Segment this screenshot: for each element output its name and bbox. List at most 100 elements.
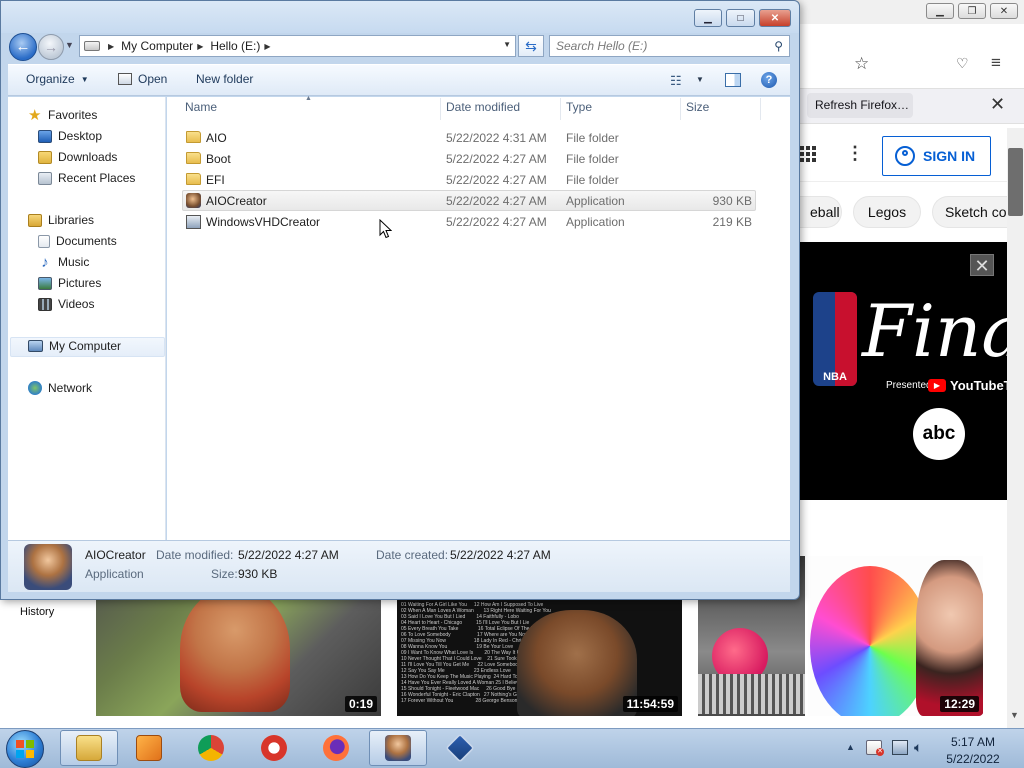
nav-favorites[interactable]: ★ Favorites bbox=[28, 106, 97, 124]
address-history-dropdown-icon[interactable]: ▼ bbox=[503, 40, 511, 49]
history-link[interactable]: History bbox=[20, 606, 54, 618]
warning-badge-icon: ✕ bbox=[876, 748, 884, 756]
change-view-icon[interactable]: ☷ bbox=[670, 73, 682, 89]
search-input[interactable] bbox=[556, 37, 768, 55]
chip-legos[interactable]: Legos bbox=[853, 196, 921, 228]
organize-button[interactable]: Organize ▼ bbox=[26, 72, 89, 86]
video-duration: 12:29 bbox=[940, 696, 979, 712]
nav-recent-places[interactable]: Recent Places bbox=[38, 169, 135, 187]
bookmark-star-icon[interactable]: ☆ bbox=[854, 54, 869, 74]
close-icon[interactable]: ✕ bbox=[990, 94, 1005, 115]
column-header-name[interactable]: Name bbox=[185, 100, 217, 114]
downloads-folder-icon bbox=[38, 150, 52, 164]
aiocreator-large-icon bbox=[24, 544, 72, 590]
sign-in-label: SIGN IN bbox=[923, 148, 976, 164]
pocket-icon[interactable]: ♡ bbox=[956, 55, 969, 72]
folder-icon bbox=[186, 152, 201, 164]
system-clock[interactable]: 5:17 AM 5/22/2022 bbox=[940, 734, 1006, 768]
nav-documents[interactable]: Documents bbox=[38, 232, 117, 250]
more-options-icon[interactable]: ⋮ bbox=[846, 143, 864, 163]
firefox-close-button[interactable]: ✕ bbox=[990, 3, 1018, 19]
nav-network[interactable]: Network bbox=[28, 379, 92, 397]
nav-downloads[interactable]: Downloads bbox=[38, 148, 117, 166]
abc-logo: abc bbox=[913, 408, 965, 460]
aiocreator-app-icon bbox=[385, 735, 411, 761]
star-icon: ★ bbox=[28, 106, 42, 124]
volume-speaker-icon[interactable]: 🔈︎ bbox=[914, 740, 930, 755]
page-scrollbar[interactable] bbox=[1007, 128, 1024, 728]
thumbnail-image bbox=[180, 586, 290, 712]
column-divider[interactable] bbox=[760, 98, 761, 120]
aiocreator-app-icon bbox=[186, 193, 201, 208]
column-divider[interactable] bbox=[440, 98, 441, 120]
refresh-firefox-button[interactable]: Refresh Firefox… bbox=[807, 93, 913, 118]
file-type: File folder bbox=[566, 173, 619, 187]
forward-button[interactable]: → bbox=[38, 34, 64, 60]
chrome-icon bbox=[198, 735, 224, 761]
pictures-icon bbox=[38, 276, 52, 290]
new-folder-button[interactable]: New folder bbox=[196, 72, 253, 86]
videos-icon bbox=[38, 297, 52, 311]
explorer-minimize-button[interactable]: ▁ bbox=[694, 9, 722, 27]
refresh-icon[interactable]: ⇆ bbox=[518, 35, 544, 57]
explorer-titlebar[interactable] bbox=[1, 1, 799, 33]
nba-logo: NBA bbox=[813, 292, 857, 386]
column-header-size[interactable]: Size bbox=[686, 100, 709, 114]
view-options-dropdown-icon[interactable]: ▼ bbox=[696, 75, 704, 84]
firefox-icon bbox=[323, 735, 349, 761]
back-button[interactable]: ← bbox=[9, 33, 37, 61]
apps-grid-icon[interactable] bbox=[800, 146, 816, 162]
sign-in-button[interactable]: SIGN IN bbox=[882, 136, 991, 176]
firefox-restore-button[interactable]: ❐ bbox=[958, 3, 986, 19]
sort-ascending-icon: ▲ bbox=[305, 95, 312, 102]
breadcrumb-separator-icon[interactable]: ▶ bbox=[197, 42, 203, 51]
breadcrumb-hello-drive[interactable]: Hello (E:) bbox=[210, 39, 260, 53]
taskbar-explorer[interactable] bbox=[60, 730, 118, 766]
explorer-close-button[interactable]: ✕ bbox=[759, 9, 791, 27]
breadcrumb-separator-icon[interactable]: ▶ bbox=[108, 42, 114, 51]
ad-close-icon[interactable]: ✕ bbox=[970, 254, 994, 276]
explorer-maximize-button[interactable]: □ bbox=[726, 9, 755, 27]
nav-my-computer[interactable]: My Computer bbox=[28, 337, 121, 355]
open-button[interactable]: Open bbox=[118, 72, 167, 86]
search-box[interactable]: ⚲ bbox=[549, 35, 790, 57]
scrollbar-thumb[interactable] bbox=[1008, 148, 1023, 216]
nav-videos[interactable]: Videos bbox=[38, 295, 94, 313]
help-icon[interactable]: ? bbox=[761, 72, 777, 88]
preview-pane-icon[interactable] bbox=[725, 73, 741, 87]
scroll-down-arrow-icon[interactable]: ▼ bbox=[1010, 710, 1019, 720]
file-type: Application bbox=[566, 215, 625, 229]
taskbar-app-red[interactable] bbox=[245, 730, 303, 766]
file-type: Application bbox=[566, 194, 625, 208]
taskbar-firefox[interactable] bbox=[307, 730, 365, 766]
taskbar-chrome[interactable] bbox=[182, 730, 240, 766]
address-bar[interactable]: ▶ My Computer ▶ Hello (E:) ▶ ▼ bbox=[79, 35, 516, 57]
file-name: AIOCreator bbox=[206, 194, 267, 208]
column-header-type[interactable]: Type bbox=[566, 100, 592, 114]
column-divider[interactable] bbox=[680, 98, 681, 120]
video-duration: 0:19 bbox=[344, 696, 377, 712]
nav-desktop[interactable]: Desktop bbox=[38, 127, 102, 145]
account-icon bbox=[895, 146, 915, 166]
firefox-minimize-button[interactable]: ▁ bbox=[926, 3, 954, 19]
breadcrumb-separator-icon[interactable]: ▶ bbox=[264, 42, 270, 51]
show-hidden-icons-icon[interactable]: ▲ bbox=[846, 742, 855, 752]
details-file-name: AIOCreator bbox=[85, 548, 146, 562]
details-size: 930 KB bbox=[238, 567, 278, 581]
search-icon[interactable]: ⚲ bbox=[774, 39, 783, 53]
network-status-icon[interactable] bbox=[892, 740, 908, 755]
column-header-date-modified[interactable]: Date modified bbox=[446, 100, 520, 114]
hamburger-menu-icon[interactable]: ≡ bbox=[991, 53, 1001, 73]
breadcrumb-my-computer[interactable]: My Computer bbox=[121, 39, 193, 53]
nav-music[interactable]: ♪ Music bbox=[38, 253, 89, 271]
column-divider[interactable] bbox=[560, 98, 561, 120]
nav-libraries[interactable]: Libraries bbox=[28, 211, 94, 229]
recent-pages-dropdown-icon[interactable]: ▼ bbox=[65, 40, 74, 50]
video-thumbnail[interactable]: 12:29 bbox=[808, 556, 983, 716]
taskbar-virtualbox[interactable] bbox=[431, 730, 489, 766]
details-date-created: 5/22/2022 4:27 AM bbox=[450, 548, 551, 562]
taskbar-media-player[interactable] bbox=[120, 730, 178, 766]
taskbar-aiocreator[interactable] bbox=[369, 730, 427, 766]
libraries-icon bbox=[28, 213, 42, 227]
nav-pictures[interactable]: Pictures bbox=[38, 274, 101, 292]
